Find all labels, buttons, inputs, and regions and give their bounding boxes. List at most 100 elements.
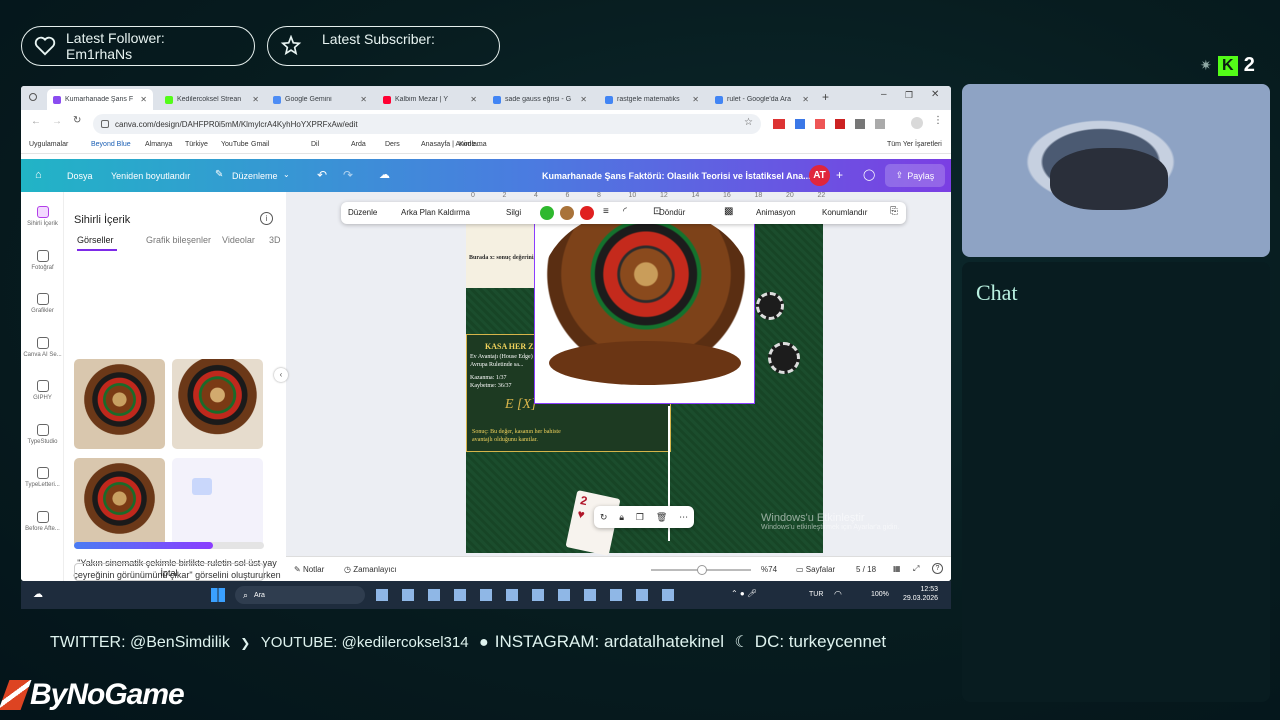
language-indicator[interactable]: TUR — [809, 591, 823, 598]
doc-title[interactable]: Kumarhanade Şans Faktörü: Olasılık Teori… — [542, 171, 811, 181]
panel-tab[interactable]: 3D — [269, 235, 281, 245]
browser-tab[interactable]: Kumarhanade Şans F ✕ — [47, 89, 153, 110]
bookmark-item[interactable]: Dil — [311, 141, 319, 148]
color-swatch[interactable] — [540, 206, 554, 220]
transparency-icon[interactable]: ▩ — [724, 206, 733, 217]
tab-close-icon[interactable]: ✕ — [252, 95, 259, 104]
tab-search-icon[interactable] — [29, 93, 37, 101]
toolbar-item[interactable]: Düzenle — [348, 208, 377, 217]
bookmark-item[interactable]: Kodlama — [459, 141, 487, 148]
extension-icons[interactable] — [773, 119, 893, 129]
close-window-button[interactable]: ✕ — [931, 89, 939, 100]
color-swatch[interactable] — [580, 206, 594, 220]
rail-item[interactable]: Grafikler — [21, 293, 64, 314]
redo-icon[interactable]: ↷ — [343, 168, 353, 182]
minimize-button[interactable]: – — [881, 89, 887, 100]
bookmark-item[interactable]: Uygulamalar — [29, 141, 68, 148]
share-button[interactable]: ⇪ Paylaş — [885, 164, 945, 187]
color-swatch[interactable] — [560, 206, 574, 220]
bookmark-item[interactable]: YouTube — [221, 141, 249, 148]
bookmark-star-icon[interactable]: ☆ — [744, 117, 753, 128]
add-collaborator-icon[interactable]: + — [836, 168, 843, 182]
back-icon[interactable]: ← — [31, 116, 41, 127]
bookmark-item[interactable]: Almanya — [145, 141, 172, 148]
undo-icon[interactable]: ↶ — [317, 168, 327, 182]
new-tab-button[interactable]: + — [822, 90, 829, 104]
generated-image-3[interactable] — [74, 458, 165, 548]
cloud-sync-icon[interactable]: ☁ — [379, 168, 390, 181]
taskbar-search[interactable]: ⌕ Ara — [235, 586, 365, 604]
slide-page[interactable]: Burada x: sonuç değerini, P(x) ise olası… — [466, 210, 823, 556]
battery-text[interactable]: 100% — [871, 591, 889, 598]
browser-tab[interactable]: rastgele matematiks ✕ — [599, 89, 705, 110]
chevron-down-icon[interactable]: ⌄ — [283, 170, 290, 179]
panel-tab[interactable]: Görseller — [77, 235, 114, 245]
menu-resize[interactable]: Yeniden boyutlandır — [111, 171, 190, 181]
generated-image-1[interactable] — [74, 359, 165, 449]
page-count[interactable]: 5 / 18 — [856, 565, 876, 574]
help-icon[interactable]: ? — [932, 563, 943, 574]
clock[interactable]: 12:53 29.03.2026 — [903, 585, 938, 603]
rail-item[interactable]: TypeLetteri... — [21, 467, 64, 488]
rail-item[interactable]: Fotoğraf — [21, 249, 64, 271]
browser-tab[interactable]: sade gauss eğrisi - G ✕ — [487, 89, 593, 110]
comments-icon[interactable]: ◯ — [863, 168, 875, 181]
bookmark-item[interactable]: Tüm Yer İşaretleri — [887, 141, 942, 148]
tray-icons[interactable]: ⌃ ● 🎤︎ — [731, 589, 757, 598]
start-button[interactable] — [211, 588, 225, 602]
rail-item[interactable]: GIPHY — [21, 380, 64, 401]
tab-close-icon[interactable]: ✕ — [692, 95, 699, 104]
user-avatar[interactable]: AT — [809, 165, 830, 186]
rail-item[interactable]: Before Afte... — [21, 510, 64, 532]
paint-format-icon[interactable]: ⎘ — [890, 206, 898, 217]
more-icon[interactable]: ⋯ — [679, 512, 688, 523]
tab-close-icon[interactable]: ✕ — [580, 95, 587, 104]
menu-dots-icon[interactable]: ⋮ — [933, 115, 943, 126]
zoom-thumb[interactable] — [697, 565, 707, 575]
tab-close-icon[interactable]: ✕ — [470, 95, 477, 104]
roulette-image[interactable] — [534, 210, 755, 404]
generated-image-2[interactable] — [172, 359, 263, 449]
pages-button[interactable]: ▭ Sayfalar — [796, 565, 835, 574]
zoom-slider[interactable] — [651, 565, 751, 575]
panel-tab[interactable]: Grafik bileşenler — [146, 235, 211, 245]
toolbar-item[interactable]: Silgi — [506, 208, 521, 217]
toolbar-item[interactable]: Animasyon — [756, 208, 796, 217]
taskbar-app-icons[interactable] — [376, 589, 686, 601]
forward-icon[interactable]: → — [52, 116, 62, 127]
lock-icon[interactable]: 🔒︎ — [619, 512, 624, 523]
home-icon[interactable]: ⌂ — [35, 169, 42, 181]
cancel-button[interactable]: İptal — [74, 563, 264, 581]
tab-close-icon[interactable]: ✕ — [140, 95, 147, 104]
browser-tab[interactable]: rulet - Google'da Ara ✕ — [709, 89, 815, 110]
bookmark-item[interactable]: Gmail — [251, 141, 269, 148]
browser-tab[interactable]: Google Gemini ✕ — [267, 89, 373, 110]
toolbar-item[interactable]: Konumlandır — [822, 208, 867, 217]
info-icon[interactable]: i — [260, 212, 273, 225]
menu-edit[interactable]: Düzenleme — [232, 171, 278, 181]
url-field[interactable]: canva.com/design/DAHFPR0i5mM/KlmylcrA4Ky… — [93, 114, 761, 134]
bookmark-item[interactable]: Ders — [385, 141, 400, 148]
duplicate-icon[interactable]: ❐ — [636, 512, 644, 523]
border-style-icon[interactable]: ≡ — [603, 206, 609, 217]
bookmark-item[interactable]: Arda — [351, 141, 366, 148]
zoom-value[interactable]: %74 — [761, 565, 777, 574]
timer-button[interactable]: ◷ Zamanlayıcı — [344, 565, 397, 574]
bookmark-item[interactable]: Türkiye — [185, 141, 208, 148]
corner-icon[interactable]: ◜ — [623, 206, 627, 217]
toolbar-item[interactable]: Arka Plan Kaldırma — [401, 208, 470, 217]
rail-item[interactable]: Canva AI Se... — [21, 336, 64, 358]
collapse-panel-icon[interactable]: ‹ — [274, 368, 288, 382]
toolbar-item[interactable]: Döndür — [659, 208, 685, 217]
notes-button[interactable]: ✎ Notlar — [294, 565, 324, 574]
rail-item[interactable]: TypeStudio — [21, 423, 64, 445]
rail-item[interactable]: Sihirli İçerik — [21, 206, 64, 227]
menu-file[interactable]: Dosya — [67, 171, 93, 181]
crop-icon[interactable]: ⊡ — [653, 206, 661, 217]
tab-close-icon[interactable]: ✕ — [360, 95, 367, 104]
maximize-button[interactable]: ❐ — [905, 90, 913, 101]
wifi-icon[interactable]: ◠ — [834, 589, 842, 600]
bookmark-item[interactable]: Beyond Blue — [91, 141, 131, 148]
profile-avatar[interactable] — [911, 117, 923, 129]
grid-view-icon[interactable]: ▦ — [893, 564, 901, 573]
